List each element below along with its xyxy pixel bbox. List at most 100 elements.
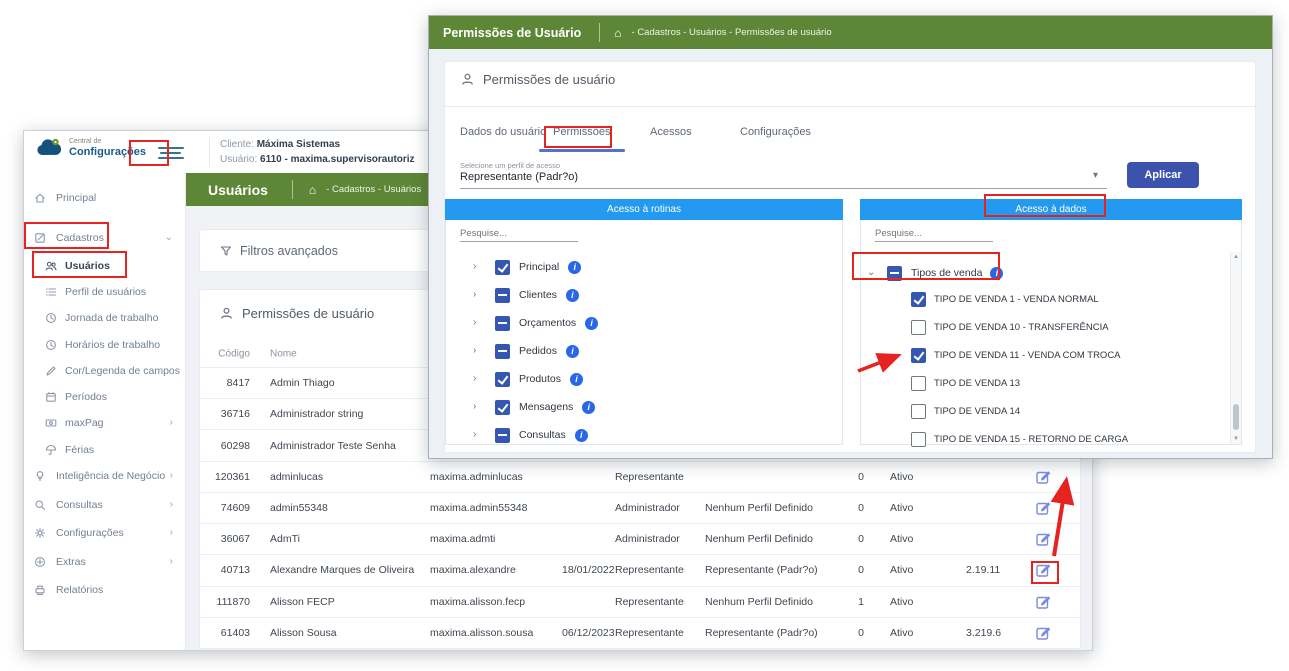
table-row[interactable]: 120361 adminlucas maxima.adminlucas Repr…	[200, 462, 1080, 493]
edit-user-button[interactable]	[1036, 469, 1052, 484]
chevron-right-icon[interactable]: ›	[473, 346, 482, 356]
table-row[interactable]: 111870 Alisson FECP maxima.alisson.fecp …	[200, 587, 1080, 618]
table-row[interactable]: 61403 Alisson Sousa maxima.alisson.sousa…	[200, 618, 1080, 648]
column-header-nome[interactable]: Nome	[270, 348, 297, 359]
chevron-right-icon[interactable]: ›	[473, 374, 482, 384]
sidebar-item-label: Férias	[65, 444, 94, 456]
checkbox-unchecked[interactable]	[911, 376, 926, 391]
tree-item-principal[interactable]: › Principal i	[473, 258, 581, 276]
routines-panel-header: Acesso à rotinas	[445, 199, 843, 220]
checkbox-checked[interactable]	[911, 292, 926, 307]
routines-search-input[interactable]	[460, 228, 578, 242]
tree-item-produtos[interactable]: › Produtos i	[473, 370, 583, 388]
checkbox-indeterminate[interactable]	[495, 428, 510, 443]
info-icon[interactable]: i	[585, 317, 598, 330]
sidebar-item-cor-legenda[interactable]: Cor/Legenda de campos	[24, 358, 185, 385]
sidebar-item-inteligencia-de-negocio[interactable]: Inteligência de Negócio ›	[24, 463, 185, 490]
info-icon[interactable]: i	[582, 401, 595, 414]
sidebar-item-relatorios[interactable]: Relatórios	[24, 577, 185, 604]
chevron-right-icon[interactable]: ›	[473, 430, 482, 440]
scroll-up-icon[interactable]: ▲	[1231, 254, 1241, 260]
tab-configuracoes[interactable]: Configurações	[740, 126, 811, 138]
home-icon[interactable]: ⌂	[309, 184, 316, 196]
sidebar-item-consultas[interactable]: Consultas ›	[24, 492, 185, 519]
tree-item-tipo-venda-11[interactable]: TIPO DE VENDA 11 - VENDA COM TROCA	[911, 346, 1121, 364]
info-icon[interactable]: i	[566, 345, 579, 358]
topbar-divider	[209, 137, 210, 167]
checkbox-indeterminate[interactable]	[495, 288, 510, 303]
sidebar-item-extras[interactable]: Extras ›	[24, 549, 185, 576]
chevron-down-icon[interactable]: ⌄	[867, 268, 876, 278]
scroll-down-icon[interactable]: ▼	[1231, 436, 1241, 442]
sidebar-item-principal[interactable]: Principal	[24, 185, 185, 212]
table-row[interactable]: 40713 Alexandre Marques de Oliveira maxi…	[200, 555, 1080, 586]
tree-item-tipos-de-venda[interactable]: ⌄ Tipos de venda i	[867, 264, 1003, 282]
info-icon[interactable]: i	[990, 267, 1003, 280]
tab-dados-do-usuario[interactable]: Dados do usuário	[460, 126, 546, 138]
tree-item-label: TIPO DE VENDA 13	[934, 378, 1020, 389]
info-icon[interactable]: i	[570, 373, 583, 386]
checkbox-unchecked[interactable]	[911, 432, 926, 447]
edit-user-button[interactable]	[1036, 532, 1052, 547]
client-value: Máxima Sistemas	[257, 139, 340, 150]
table-row[interactable]: 36067 AdmTi maxima.admti Administrador N…	[200, 524, 1080, 555]
edit-user-button[interactable]	[1036, 500, 1052, 515]
info-icon[interactable]: i	[575, 429, 588, 442]
tree-item-clientes[interactable]: › Clientes i	[473, 286, 579, 304]
sidebar-item-horarios-de-trabalho[interactable]: Horários de trabalho	[24, 332, 185, 359]
beach-umbrella-icon	[45, 444, 57, 459]
tree-item-pedidos[interactable]: › Pedidos i	[473, 342, 579, 360]
select-underline	[460, 188, 1107, 189]
tree-item-tipo-venda-15[interactable]: TIPO DE VENDA 15 - RETORNO DE CARGA	[911, 430, 1128, 448]
chevron-right-icon[interactable]: ›	[473, 262, 482, 272]
dialog-header-bar: Permissões de Usuário ⌂ - Cadastros - Us…	[429, 16, 1272, 49]
tree-item-tipo-venda-1[interactable]: TIPO DE VENDA 1 - VENDA NORMAL	[911, 290, 1099, 308]
sidebar-item-maxpag[interactable]: maxPag ›	[24, 410, 185, 437]
checkbox-indeterminate[interactable]	[495, 316, 510, 331]
chevron-right-icon[interactable]: ›	[473, 290, 482, 300]
sidebar-item-cadastros[interactable]: Cadastros ⌄	[24, 225, 185, 252]
scrollbar-thumb[interactable]	[1233, 404, 1239, 430]
checkbox-unchecked[interactable]	[911, 404, 926, 419]
checkbox-checked[interactable]	[911, 348, 926, 363]
checkbox-unchecked[interactable]	[911, 320, 926, 335]
sidebar-item-configuracoes[interactable]: Configurações ›	[24, 520, 185, 547]
info-icon[interactable]: i	[566, 289, 579, 302]
tab-acessos[interactable]: Acessos	[650, 126, 692, 138]
cell-codigo: 36067	[206, 533, 250, 545]
cell-perfil: Nenhum Perfil Definido	[705, 533, 813, 545]
edit-user-button[interactable]	[1036, 594, 1052, 609]
tree-item-mensagens[interactable]: › Mensagens i	[473, 398, 595, 416]
edit-user-button[interactable]	[1036, 625, 1052, 640]
tree-item-tipo-venda-10[interactable]: TIPO DE VENDA 10 - TRANSFERÊNCIA	[911, 318, 1109, 336]
tree-item-tipo-venda-14[interactable]: TIPO DE VENDA 14	[911, 402, 1020, 420]
sidebar-item-jornada-de-trabalho[interactable]: Jornada de trabalho	[24, 305, 185, 332]
checkbox-checked[interactable]	[495, 372, 510, 387]
info-icon[interactable]: i	[568, 261, 581, 274]
apply-button[interactable]: Aplicar	[1127, 162, 1199, 188]
column-header-codigo[interactable]: Código	[206, 348, 250, 359]
tree-item-tipo-venda-13[interactable]: TIPO DE VENDA 13	[911, 374, 1020, 392]
chevron-right-icon[interactable]: ›	[473, 318, 482, 328]
tab-permissoes[interactable]: Permissões	[553, 126, 610, 138]
tree-item-orcamentos[interactable]: › Orçamentos i	[473, 314, 598, 332]
sidebar-item-usuarios[interactable]: Usuários	[24, 253, 185, 280]
cell-qtd: 1	[853, 596, 869, 608]
checkbox-checked[interactable]	[495, 260, 510, 275]
sidebar-item-perfil-de-usuarios[interactable]: Perfil de usuários	[24, 279, 185, 306]
profile-select[interactable]: Representante (Padr?o)	[460, 171, 578, 183]
scrollbar[interactable]: ▲ ▼	[1230, 252, 1241, 444]
edit-user-button[interactable]	[1036, 563, 1052, 578]
sidebar-item-periodos[interactable]: Períodos	[24, 384, 185, 411]
checkbox-indeterminate[interactable]	[495, 344, 510, 359]
home-icon[interactable]: ⌂	[614, 27, 621, 39]
data-search-input[interactable]	[875, 228, 993, 242]
tree-item-consultas[interactable]: › Consultas i	[473, 426, 588, 444]
hamburger-menu-icon[interactable]	[158, 146, 184, 165]
sidebar-item-ferias[interactable]: Férias	[24, 437, 185, 464]
checkbox-checked[interactable]	[495, 400, 510, 415]
caret-down-icon[interactable]: ▾	[1093, 170, 1098, 181]
table-row[interactable]: 74609 admin55348 maxima.admin55348 Admin…	[200, 493, 1080, 524]
checkbox-indeterminate[interactable]	[887, 266, 902, 281]
chevron-right-icon[interactable]: ›	[473, 402, 482, 412]
